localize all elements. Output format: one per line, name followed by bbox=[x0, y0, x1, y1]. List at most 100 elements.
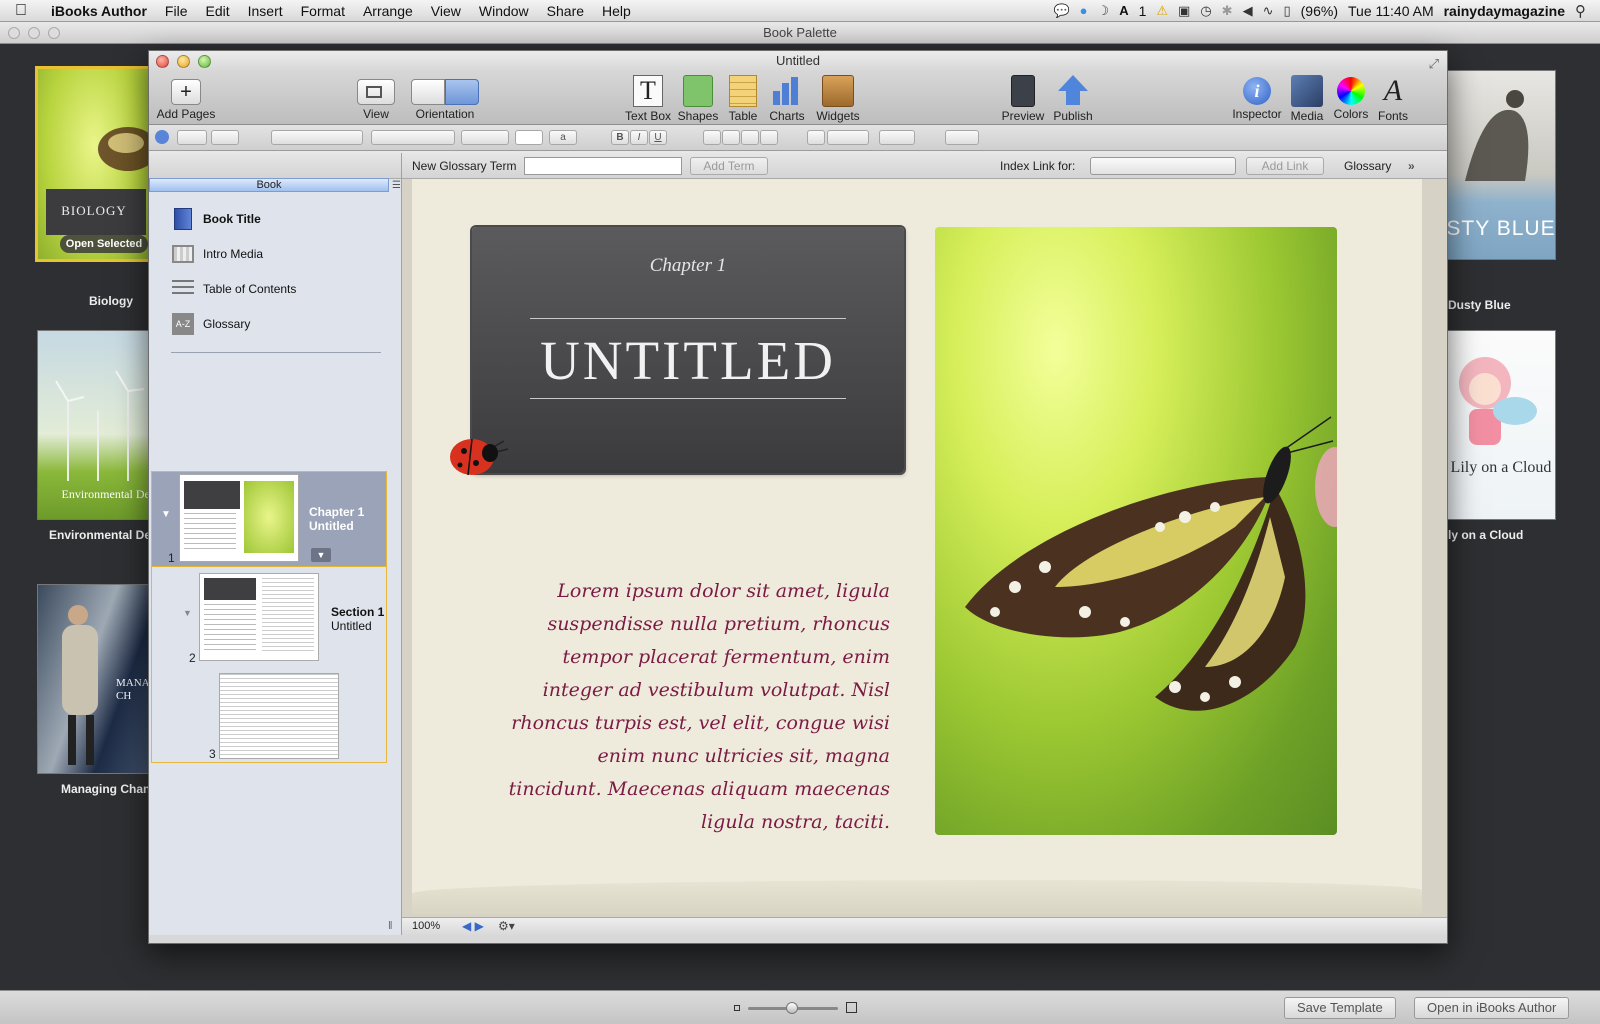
portrait-button[interactable] bbox=[411, 79, 445, 105]
battery-icon[interactable]: ▯ bbox=[1283, 3, 1290, 19]
wifi-icon[interactable]: ∿ bbox=[1263, 3, 1274, 19]
page-thumbnail[interactable] bbox=[179, 474, 299, 562]
sync-icon[interactable]: ● bbox=[1080, 3, 1088, 18]
slider-knob[interactable] bbox=[786, 1002, 798, 1014]
charts-button[interactable]: Charts bbox=[767, 75, 807, 123]
menu-app[interactable]: iBooks Author bbox=[42, 3, 156, 19]
adobe-icon[interactable]: A bbox=[1119, 3, 1128, 18]
media-button[interactable]: Media bbox=[1287, 75, 1327, 123]
character-style-popup[interactable] bbox=[211, 130, 239, 145]
open-in-ibooks-author-button[interactable]: Open in iBooks Author bbox=[1414, 997, 1570, 1019]
bluetooth-icon[interactable]: ✱ bbox=[1222, 3, 1233, 19]
speaker-icon[interactable] bbox=[155, 130, 169, 144]
table-button[interactable]: Table bbox=[725, 75, 761, 123]
save-template-button[interactable]: Save Template bbox=[1284, 997, 1396, 1019]
align-left-button[interactable] bbox=[703, 130, 721, 145]
menu-insert[interactable]: Insert bbox=[239, 3, 292, 19]
disclosure-triangle-icon[interactable]: ▼ bbox=[161, 509, 171, 520]
chat-icon[interactable]: 💬 bbox=[1053, 3, 1069, 19]
page-navigation-arrows-icon[interactable]: ◀ ▶ bbox=[462, 919, 484, 933]
sidebar-menu-icon[interactable]: ☰ bbox=[392, 180, 401, 191]
page-thumbnail[interactable] bbox=[219, 673, 339, 759]
clock[interactable]: Tue 11:40 AM bbox=[1348, 3, 1434, 19]
template-biology[interactable]: BIOLOGY Open Selected Biology bbox=[33, 66, 153, 308]
page-thumbnail[interactable] bbox=[199, 573, 319, 661]
sidebar-item-book-title[interactable]: Book Title bbox=[171, 205, 261, 233]
list-style-popup[interactable] bbox=[945, 130, 979, 145]
butterfly-photo[interactable] bbox=[935, 227, 1337, 835]
index-link-popup[interactable] bbox=[1090, 157, 1236, 175]
paragraph-style-popup[interactable] bbox=[177, 130, 207, 145]
camera-icon[interactable]: ▣ bbox=[1178, 3, 1190, 19]
book-page[interactable]: Chapter 1 UNTITLED Lorem ipsum dolor sit… bbox=[412, 179, 1422, 914]
inspector-button[interactable]: i Inspector bbox=[1231, 75, 1283, 121]
time-machine-icon[interactable]: ◷ bbox=[1200, 3, 1211, 19]
align-right-button[interactable] bbox=[741, 130, 759, 145]
fonts-button[interactable]: A Fonts bbox=[1375, 75, 1411, 124]
view-button[interactable]: View bbox=[355, 75, 397, 121]
gear-icon[interactable]: ⚙▾ bbox=[498, 919, 515, 933]
section-disclosure-icon[interactable]: ▼ bbox=[183, 608, 192, 618]
book-header[interactable]: Book bbox=[149, 178, 389, 192]
sidebar-item-glossary[interactable]: A-Z Glossary bbox=[171, 310, 250, 338]
preview-button[interactable]: Preview bbox=[1001, 75, 1045, 123]
zoom-popup[interactable]: 100% bbox=[412, 920, 440, 932]
menu-window[interactable]: Window bbox=[470, 3, 538, 19]
menu-format[interactable]: Format bbox=[292, 3, 354, 19]
chapter-heading[interactable]: Chapter 1 bbox=[472, 255, 904, 277]
close-button[interactable] bbox=[156, 55, 169, 68]
sidebar-item-table-of-contents[interactable]: Table of Contents bbox=[171, 275, 296, 303]
template-environmental-design[interactable]: Environmental Des Environmental De bbox=[37, 330, 151, 560]
chapter-title[interactable]: UNTITLED bbox=[472, 329, 904, 392]
menu-help[interactable]: Help bbox=[593, 3, 640, 19]
template-lily-on-a-cloud[interactable]: Lily on a Cloud ly on a Cloud bbox=[1444, 330, 1556, 560]
moon-icon[interactable]: ☽ bbox=[1098, 3, 1110, 19]
font-typeface-popup[interactable] bbox=[371, 130, 455, 145]
template-managing-change[interactable]: MANA CH Managing Chan bbox=[37, 584, 150, 814]
orientation-control[interactable]: Orientation bbox=[409, 75, 481, 121]
ladybug-image[interactable] bbox=[446, 427, 516, 487]
minimize-button[interactable] bbox=[177, 55, 190, 68]
menu-file[interactable]: File bbox=[156, 3, 197, 19]
justify-button[interactable] bbox=[760, 130, 778, 145]
resize-handle[interactable]: ‖ bbox=[388, 920, 393, 932]
colors-button[interactable]: Colors bbox=[1331, 75, 1371, 121]
line-spacing-button[interactable] bbox=[807, 130, 825, 145]
fullscreen-icon[interactable]: ⤢ bbox=[1429, 54, 1439, 74]
line-spacing-popup[interactable] bbox=[827, 130, 869, 145]
menu-edit[interactable]: Edit bbox=[196, 3, 238, 19]
menu-view[interactable]: View bbox=[422, 3, 470, 19]
text-color-well[interactable] bbox=[515, 130, 543, 145]
template-dusty-blue[interactable]: STY BLUE Dusty Blue bbox=[1444, 70, 1556, 312]
align-center-button[interactable] bbox=[722, 130, 740, 145]
widgets-button[interactable]: Widgets bbox=[815, 75, 861, 123]
chapter-menu-chevron-icon[interactable]: ▼ bbox=[311, 548, 331, 562]
sidebar-item-intro-media[interactable]: Intro Media bbox=[171, 240, 263, 268]
palette-zoom-button[interactable] bbox=[48, 27, 60, 39]
warning-icon[interactable]: ⚠ bbox=[1156, 3, 1168, 19]
chapter-title-card[interactable]: Chapter 1 UNTITLED bbox=[472, 227, 904, 473]
shapes-button[interactable]: Shapes bbox=[677, 75, 719, 123]
zoom-button[interactable] bbox=[198, 55, 211, 68]
publish-button[interactable]: Publish bbox=[1051, 75, 1095, 123]
font-family-popup[interactable] bbox=[271, 130, 363, 145]
open-selected-button[interactable]: Open Selected bbox=[60, 235, 148, 253]
text-box-button[interactable]: T Text Box bbox=[623, 75, 673, 123]
landscape-button[interactable] bbox=[445, 79, 479, 105]
user-name[interactable]: rainydaymagazine bbox=[1444, 3, 1565, 19]
palette-minimize-button[interactable] bbox=[28, 27, 40, 39]
columns-popup[interactable] bbox=[879, 130, 915, 145]
add-term-button[interactable]: Add Term bbox=[690, 157, 768, 175]
font-size-popup[interactable] bbox=[461, 130, 509, 145]
overflow-chevron-icon[interactable]: » bbox=[1408, 159, 1415, 173]
spotlight-search-icon[interactable]: ⚲ bbox=[1575, 2, 1586, 20]
thumbnail-size-slider[interactable] bbox=[734, 1001, 857, 1015]
new-glossary-term-input[interactable] bbox=[524, 157, 682, 175]
add-link-button[interactable]: Add Link bbox=[1246, 157, 1324, 175]
menu-share[interactable]: Share bbox=[538, 3, 593, 19]
glossary-label[interactable]: Glossary bbox=[1344, 159, 1391, 173]
apple-menu-icon[interactable]:  bbox=[0, 2, 42, 20]
body-text[interactable]: Lorem ipsum dolor sit amet, ligula suspe… bbox=[502, 575, 890, 839]
palette-close-button[interactable] bbox=[8, 27, 20, 39]
menu-arrange[interactable]: Arrange bbox=[354, 3, 422, 19]
